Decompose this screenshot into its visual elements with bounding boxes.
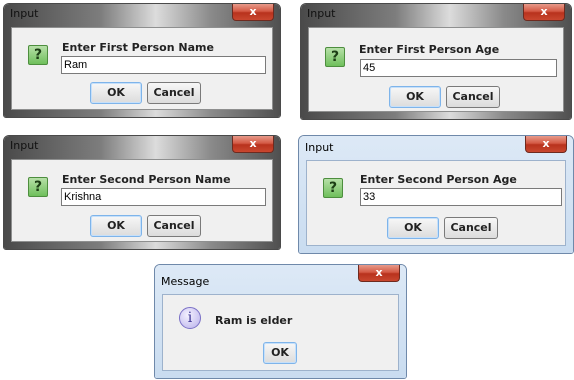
input-dialog-second-name: Input x ? Enter Second Person Name Krish… <box>3 135 281 250</box>
window-title: Input <box>10 139 39 152</box>
dialog-body: ? Enter Second Person Name Krishna OK Ca… <box>11 159 273 242</box>
question-icon: ? <box>323 178 343 198</box>
window-title: Input <box>10 7 39 20</box>
question-icon: ? <box>28 177 48 197</box>
ok-button[interactable]: OK <box>90 82 142 104</box>
message-dialog: Message x i Ram is elder OK <box>154 264 407 379</box>
ok-button[interactable]: OK <box>263 342 297 364</box>
cancel-button[interactable]: Cancel <box>446 86 500 108</box>
close-button[interactable]: x <box>232 4 274 21</box>
close-button[interactable]: x <box>232 136 274 153</box>
window-title: Input <box>305 141 334 154</box>
name-input[interactable]: Krishna <box>61 188 266 206</box>
dialog-body: ? Enter Second Person Age 33 OK Cancel <box>306 160 566 246</box>
prompt-label: Enter Second Person Age <box>360 173 517 186</box>
close-button[interactable]: x <box>525 136 567 153</box>
name-input[interactable]: Ram <box>61 56 266 74</box>
close-button[interactable]: x <box>358 265 400 282</box>
ok-button[interactable]: OK <box>90 215 142 237</box>
age-input[interactable]: 33 <box>360 188 562 206</box>
prompt-label: Enter First Person Name <box>62 41 214 54</box>
input-dialog-first-age: Input x ? Enter First Person Age 45 OK C… <box>300 3 572 120</box>
cancel-button[interactable]: Cancel <box>444 217 498 239</box>
input-dialog-first-name: Input x ? Enter First Person Name Ram OK… <box>3 3 281 118</box>
window-title: Input <box>307 7 336 20</box>
age-input[interactable]: 45 <box>360 59 557 77</box>
cancel-button[interactable]: Cancel <box>147 82 201 104</box>
prompt-label: Enter Second Person Name <box>62 173 231 186</box>
input-dialog-second-age: Input x ? Enter Second Person Age 33 OK … <box>298 135 574 254</box>
close-button[interactable]: x <box>523 4 565 21</box>
ok-button[interactable]: OK <box>387 217 439 239</box>
info-icon: i <box>179 307 201 329</box>
ok-button[interactable]: OK <box>389 86 441 108</box>
window-title: Message <box>161 275 210 288</box>
prompt-label: Enter First Person Age <box>359 43 500 56</box>
cancel-button[interactable]: Cancel <box>147 215 201 237</box>
dialog-body: i Ram is elder OK <box>162 294 399 371</box>
dialog-body: ? Enter First Person Name Ram OK Cancel <box>11 27 273 110</box>
message-text: Ram is elder <box>215 314 293 327</box>
question-icon: ? <box>28 45 48 65</box>
question-icon: ? <box>325 47 345 67</box>
dialog-body: ? Enter First Person Age 45 OK Cancel <box>308 27 564 112</box>
